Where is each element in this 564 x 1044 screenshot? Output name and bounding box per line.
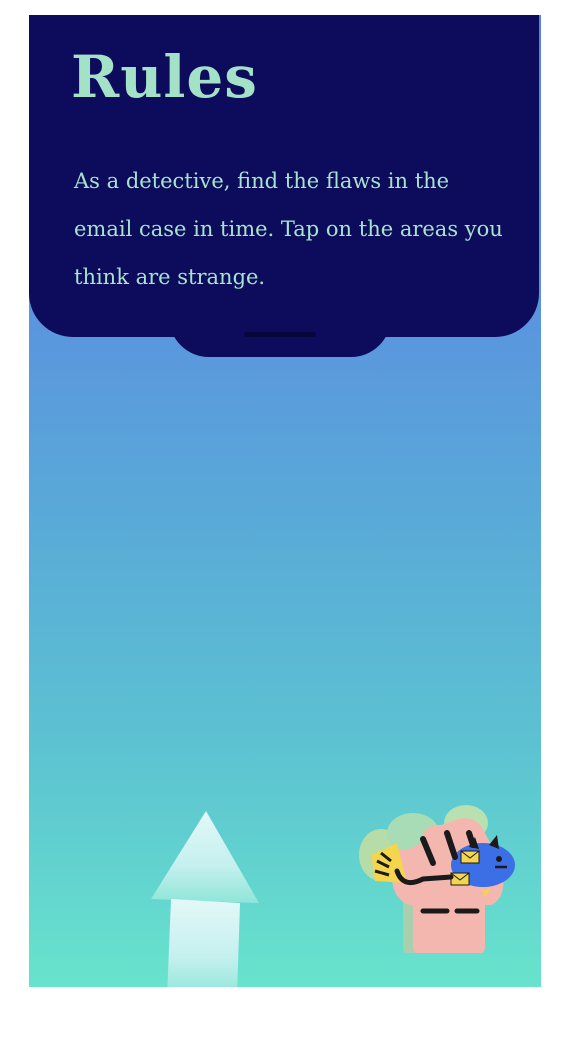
fist-fish-mascot-icon xyxy=(359,805,515,953)
rules-title: Rules xyxy=(71,43,258,111)
drag-handle-icon[interactable] xyxy=(244,332,316,337)
rules-panel[interactable]: Rules As a detective, find the flaws in … xyxy=(29,15,539,337)
game-screen: Rules As a detective, find the flaws in … xyxy=(29,15,541,987)
up-arrow-icon[interactable] xyxy=(147,807,259,987)
rules-description: As a detective, find the flaws in the em… xyxy=(74,169,503,289)
